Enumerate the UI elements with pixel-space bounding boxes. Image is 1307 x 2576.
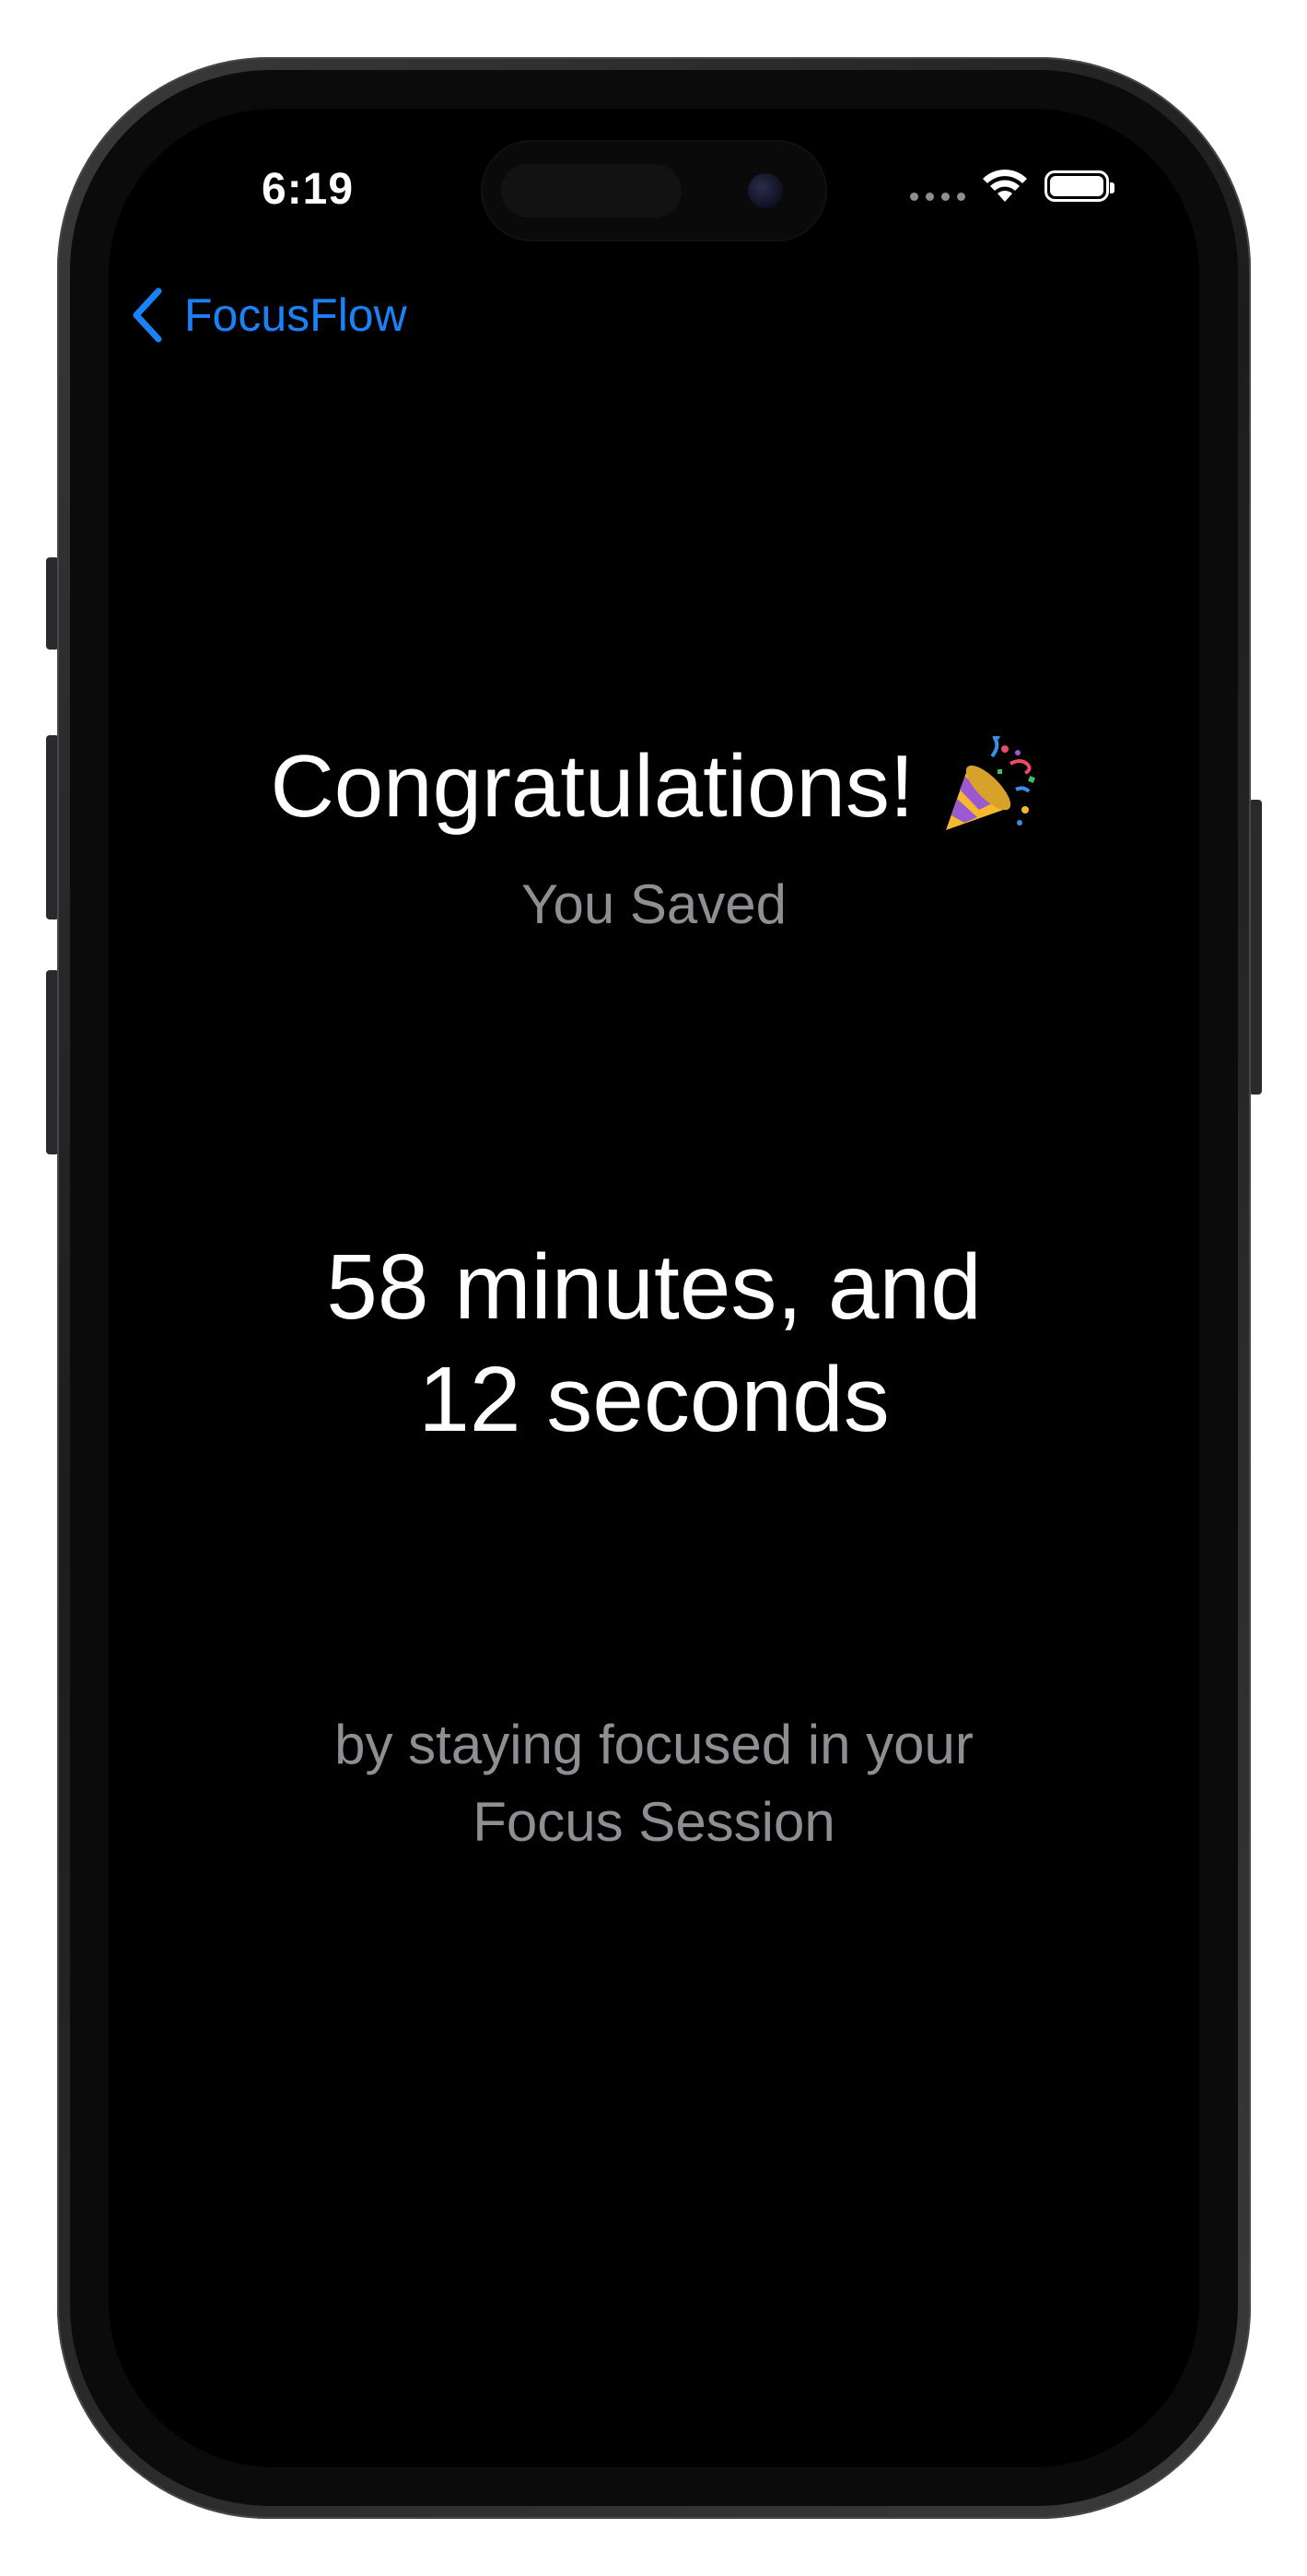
- cellular-signal-icon: [910, 168, 965, 205]
- back-button[interactable]: FocusFlow: [131, 287, 407, 343]
- subtitle: You Saved: [520, 873, 788, 935]
- status-indicators: [910, 168, 1114, 205]
- screen: 6:19 FocusFlow Congratulations! You Save…: [109, 109, 1199, 2467]
- dynamic-island-pill: [501, 164, 682, 217]
- dynamic-island: [481, 140, 827, 241]
- battery-full-icon: [1044, 170, 1114, 202]
- device-frame: 6:19 FocusFlow Congratulations! You Save…: [0, 0, 1307, 2576]
- saved-time-value: 58 minutes, and 12 seconds: [326, 1235, 982, 1451]
- session-caption: by staying focused in your Focus Session: [334, 1714, 974, 1853]
- party-popper-icon: [945, 736, 1035, 830]
- chevron-left-icon: [133, 287, 162, 343]
- page-title: Congratulations!: [270, 737, 915, 836]
- power-button: [1249, 800, 1262, 1095]
- back-button-label: FocusFlow: [184, 289, 407, 341]
- front-camera-icon: [748, 173, 783, 208]
- status-time: 6:19: [262, 165, 355, 214]
- title-row: Congratulations!: [109, 732, 1199, 842]
- wifi-icon: [983, 170, 1027, 202]
